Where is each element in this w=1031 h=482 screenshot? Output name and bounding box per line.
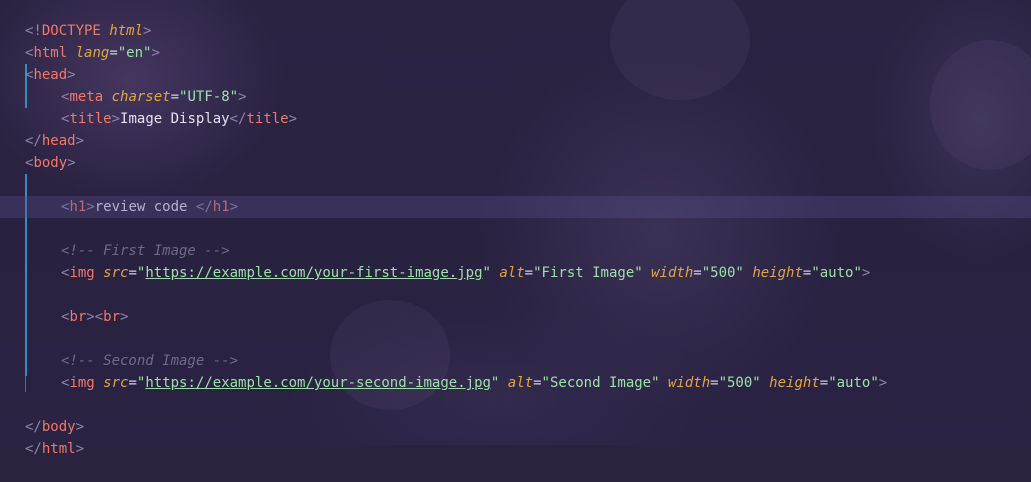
code-line-11[interactable]: <!-- First Image -->	[0, 218, 1031, 259]
code-line-10-current[interactable]	[0, 196, 1031, 218]
tag-name: html	[41, 441, 76, 457]
code-line-6[interactable]: </head>	[0, 108, 1031, 149]
code-line-1[interactable]: <!DOCTYPE html>	[0, 0, 1031, 39]
code-line-12[interactable]: <img src="https://example.com/your-first…	[0, 240, 1031, 281]
code-line-18[interactable]	[0, 372, 1031, 394]
code-line-4[interactable]: <meta charset="UTF-8">	[0, 64, 1031, 105]
code-line-5[interactable]: <title>Image Display</title>	[0, 86, 1031, 127]
code-line-13[interactable]	[0, 262, 1031, 284]
code-line-7[interactable]: <body>	[0, 130, 1031, 171]
code-line-16[interactable]: <!-- Second Image -->	[0, 328, 1031, 369]
code-line-8[interactable]	[0, 152, 1031, 174]
code-line-2[interactable]: <html lang="en">	[0, 20, 1031, 61]
tag-bracket: </	[25, 441, 42, 457]
code-line-19[interactable]: </body>	[0, 394, 1031, 435]
code-line-20[interactable]: </html>	[0, 416, 1031, 457]
tag-bracket: >	[75, 441, 85, 457]
code-line-9[interactable]: <h1>review code </h1>	[0, 174, 1031, 215]
code-line-14[interactable]: <br><br>	[0, 284, 1031, 325]
code-line-17[interactable]: <img src="https://example.com/your-secon…	[0, 350, 1031, 391]
code-editor[interactable]: <!DOCTYPE html> <html lang="en"> <head> …	[0, 0, 1031, 457]
code-line-15[interactable]	[0, 306, 1031, 328]
code-line-3[interactable]: <head>	[0, 42, 1031, 83]
